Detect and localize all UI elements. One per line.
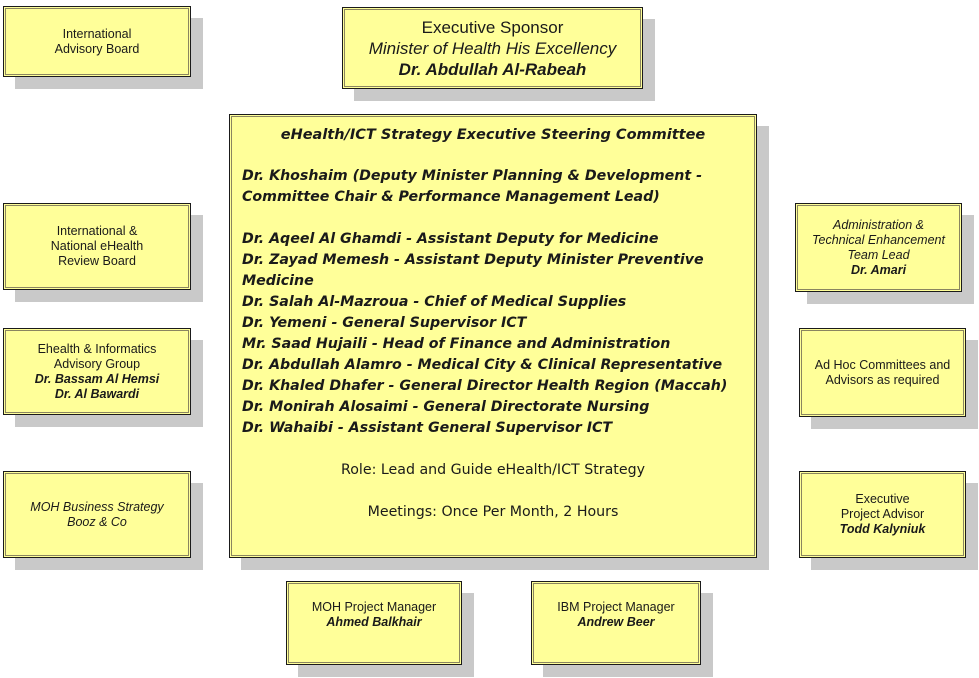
committee-member: Dr. Monirah Alosaimi - General Directora… <box>242 399 650 415</box>
box-line: Advisory Board <box>54 41 140 56</box>
box-line: Executive <box>855 492 910 506</box>
person-name: Andrew Beer <box>577 615 655 629</box>
ehealth-review-board-box: International & National eHealth Review … <box>3 203 191 290</box>
committee-meetings: Meetings: Once Per Month, 2 Hours <box>367 504 619 520</box>
committee-member: Dr. Salah Al-Mazroua - Chief of Medical … <box>242 294 627 310</box>
box-line: National eHealth <box>50 239 144 253</box>
business-strategy-box: MOH Business Strategy Booz & Co <box>3 471 191 558</box>
ibm-project-manager-box: IBM Project Manager Andrew Beer <box>531 581 701 665</box>
committee-title: eHealth/ICT Strategy Executive Steering … <box>280 127 706 143</box>
person-name: Dr. Bassam Al Hemsi <box>34 371 160 386</box>
committee-member: Dr. Khaled Dhafer - General Director Hea… <box>242 378 728 394</box>
box-line: Booz & Co <box>67 514 127 529</box>
committee-member: Dr. Wahaibi - Assistant General Supervis… <box>242 420 613 436</box>
box-line: Technical Enhancement <box>812 232 945 247</box>
committee-role: Role: Lead and Guide eHealth/ICT Strateg… <box>341 462 645 478</box>
box-line: Advisors as required <box>825 372 940 387</box>
admin-technical-enhancement-box: Administration & Technical Enhancement T… <box>795 203 962 292</box>
box-line: Project Advisor <box>840 507 925 521</box>
committee-member: Dr. Yemeni - General Supervisor ICT <box>242 315 527 331</box>
person-name: Todd Kalyniuk <box>839 522 926 536</box>
box-line: Review Board <box>58 254 136 268</box>
box-line: MOH Project Manager <box>311 600 437 614</box>
box-line: Advisory Group <box>53 356 141 371</box>
international-advisory-board-box: International Advisory Board <box>3 6 191 77</box>
committee-member: Mr. Saad Hujaili - Head of Finance and A… <box>242 336 671 352</box>
box-line: Ehealth & Informatics <box>37 341 157 356</box>
committee-member: Dr. Aqeel Al Ghamdi - Assistant Deputy f… <box>242 231 659 247</box>
adhoc-committees-box: Ad Hoc Committees and Advisors as requir… <box>799 328 966 417</box>
person-name: Dr. Amari <box>850 262 907 277</box>
committee-member: Medicine <box>242 273 314 289</box>
box-line: IBM Project Manager <box>557 600 675 614</box>
box-line: Ad Hoc Committees and <box>814 357 951 372</box>
box-line: Administration & <box>832 217 924 232</box>
moh-project-manager-box: MOH Project Manager Ahmed Balkhair <box>286 581 462 665</box>
informatics-advisory-group-box: Ehealth & Informatics Advisory Group Dr.… <box>3 328 191 415</box>
sponsor-title: Minister of Health His Excellency <box>368 38 617 58</box>
steering-committee-box: eHealth/ICT Strategy Executive Steering … <box>229 114 757 558</box>
person-name: Dr. Al Bawardi <box>54 386 140 401</box>
box-line: International <box>62 26 132 41</box>
box-line: Team Lead <box>847 247 910 262</box>
box-line: MOH Business Strategy <box>30 499 164 514</box>
box-line: International & <box>56 224 138 238</box>
committee-member: Dr. Zayad Memesh - Assistant Deputy Mini… <box>242 252 704 268</box>
committee-chair-line-1: Dr. Khoshaim (Deputy Minister Planning &… <box>242 168 703 184</box>
executive-project-advisor-box: Executive Project Advisor Todd Kalyniuk <box>799 471 966 558</box>
sponsor-name: Dr. Abdullah Al-Rabeah <box>398 59 587 79</box>
sponsor-role: Executive Sponsor <box>421 17 564 37</box>
person-name: Ahmed Balkhair <box>326 615 422 629</box>
executive-sponsor-box: Executive Sponsor Minister of Health His… <box>342 7 643 89</box>
committee-member: Dr. Abdullah Alamro - Medical City & Cli… <box>242 357 723 373</box>
committee-chair-line-2: Committee Chair & Performance Management… <box>242 189 660 205</box>
